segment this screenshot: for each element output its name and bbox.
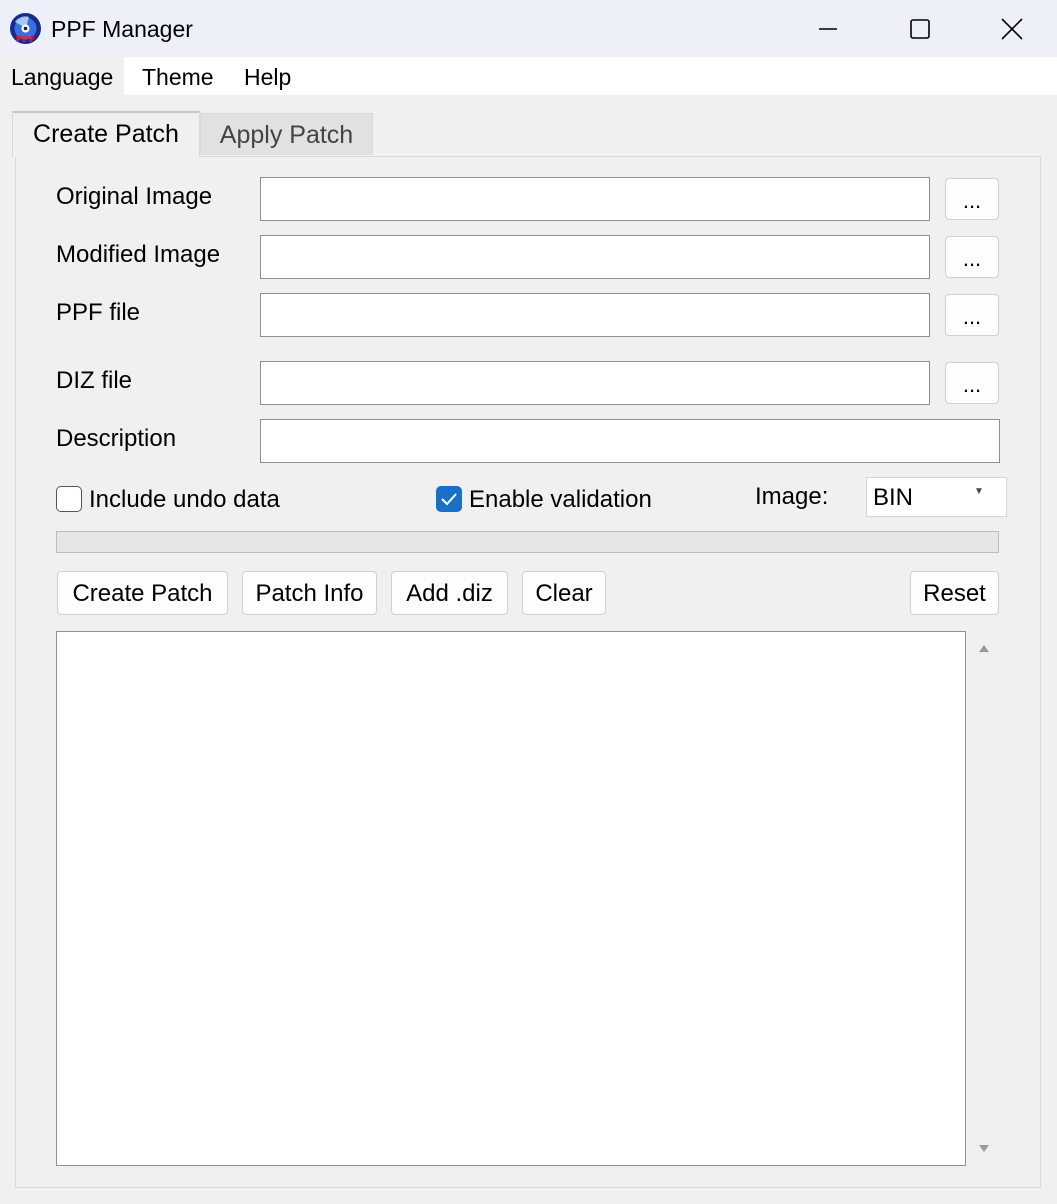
scroll-up-icon[interactable] [978, 642, 990, 654]
title-bar[interactable]: PPF PPF Manager [0, 0, 1057, 57]
original-image-input[interactable] [260, 177, 930, 221]
modified-image-input[interactable] [260, 235, 930, 279]
chevron-down-icon: ▼ [974, 486, 984, 497]
svg-text:PPF: PPF [16, 35, 35, 45]
ppf-disc-icon: PPF [10, 13, 41, 45]
original-image-browse-button[interactable]: ... [945, 178, 999, 220]
diz-file-label: DIZ file [56, 367, 133, 394]
enable-validation-label: Enable validation [469, 486, 652, 513]
log-output[interactable] [56, 631, 966, 1166]
enable-validation-checkbox[interactable] [436, 486, 462, 512]
menu-theme[interactable]: Theme [131, 57, 225, 95]
tab-create-patch[interactable]: Create Patch [12, 111, 200, 157]
include-undo-label: Include undo data [89, 486, 280, 513]
include-undo-checkbox[interactable] [56, 486, 82, 512]
description-label: Description [56, 425, 177, 452]
image-type-label: Image: [755, 483, 829, 510]
image-type-select[interactable]: BIN [866, 477, 1007, 517]
create-patch-button[interactable]: Create Patch [57, 571, 228, 615]
maximize-icon [910, 18, 930, 39]
progress-bar [56, 531, 999, 553]
minimize-button[interactable] [782, 0, 874, 57]
ppf-file-label: PPF file [56, 299, 141, 326]
log-scrollbar[interactable] [968, 631, 998, 1166]
diz-file-browse-button[interactable]: ... [945, 362, 999, 404]
ppf-manager-window: PPF PPF Manager Language Theme Help Appl… [0, 0, 1057, 1204]
patch-info-button[interactable]: Patch Info [242, 571, 377, 615]
add-diz-button[interactable]: Add .diz [391, 571, 508, 615]
minimize-icon [819, 27, 837, 30]
diz-file-input[interactable] [260, 361, 930, 405]
menu-help[interactable]: Help [233, 57, 302, 95]
close-icon [1001, 17, 1023, 40]
reset-button[interactable]: Reset [910, 571, 999, 615]
modified-image-browse-button[interactable]: ... [945, 236, 999, 278]
description-input[interactable] [260, 419, 1000, 463]
ppf-file-input[interactable] [260, 293, 930, 337]
checkmark-icon [441, 493, 457, 506]
original-image-label: Original Image [56, 183, 213, 210]
window-title: PPF Manager [51, 16, 193, 42]
ppf-file-browse-button[interactable]: ... [945, 294, 999, 336]
tab-apply-patch[interactable]: Apply Patch [200, 113, 373, 155]
close-button[interactable] [966, 0, 1057, 57]
clear-button[interactable]: Clear [522, 571, 606, 615]
maximize-button[interactable] [874, 0, 966, 57]
scroll-down-icon[interactable] [978, 1143, 990, 1155]
menu-bar: Language Theme Help [0, 57, 1057, 95]
modified-image-label: Modified Image [56, 241, 221, 268]
image-type-value: BIN [873, 484, 914, 511]
menu-language[interactable]: Language [0, 57, 125, 95]
